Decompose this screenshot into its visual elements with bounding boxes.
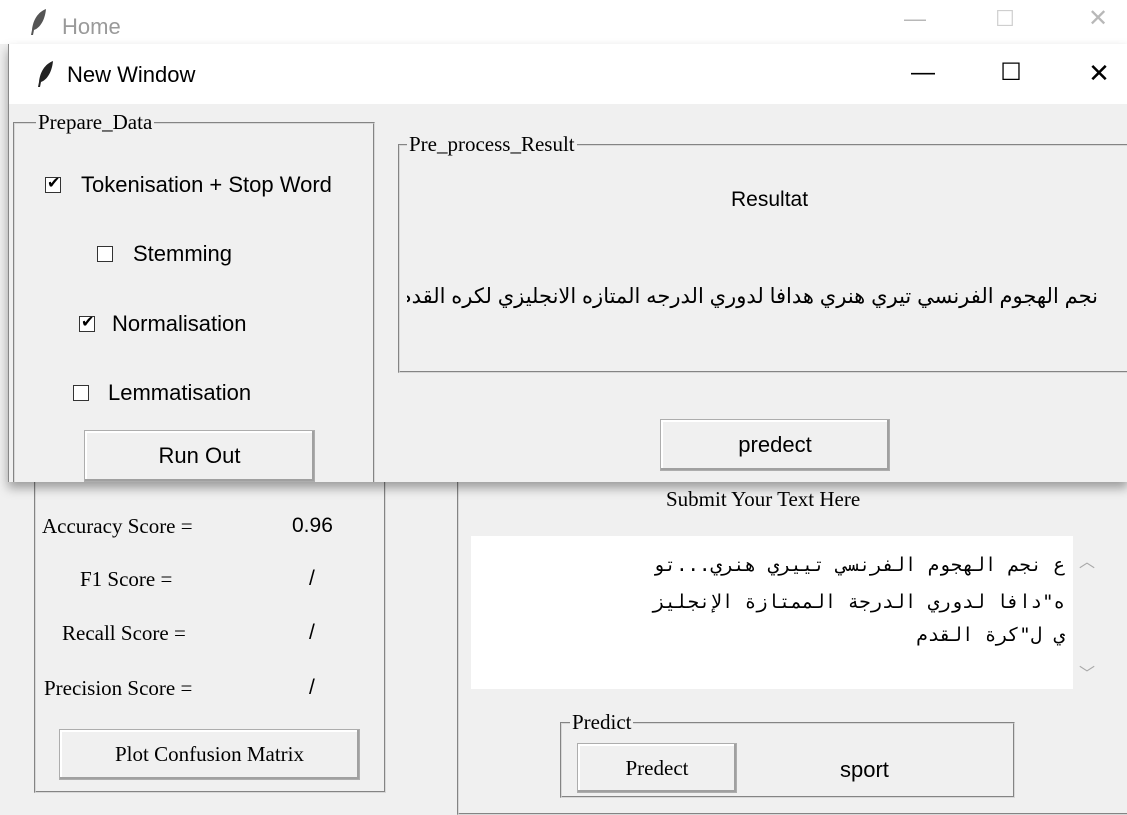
check-icon: ✔ (81, 314, 95, 331)
new-window-title: New Window (67, 62, 196, 87)
scroll-down-icon[interactable]: ﹀ (1079, 660, 1095, 684)
check-icon: ✔ (47, 175, 61, 192)
home-minimize-button[interactable]: — (895, 4, 935, 34)
submit-label: Submit Your Text Here (666, 487, 861, 511)
home-close-button[interactable]: ✕ (1078, 4, 1118, 34)
accuracy-value: 0.96 (292, 514, 333, 537)
preprocess-result-text: نجم الهجوم الفرنسي تيري هنري هدافا لدوري… (407, 285, 1098, 308)
f1-value: / (309, 567, 315, 590)
close-button[interactable]: ✕ (1079, 58, 1119, 88)
plot-confusion-matrix-button[interactable]: Plot Confusion Matrix (59, 729, 360, 780)
predect-lower-button[interactable]: predect (660, 419, 890, 471)
run-out-button[interactable]: Run Out (84, 430, 315, 482)
new-window: New Window — ☐ ✕ Prepare_Data ✔ Tokenisa… (8, 44, 1127, 482)
minimize-button[interactable]: — (903, 58, 943, 88)
normalisation-label: Normalisation (112, 311, 247, 336)
normalisation-checkbox[interactable]: ✔ (79, 314, 95, 332)
precision-value: / (309, 676, 315, 699)
new-window-title-bar: New Window — ☐ ✕ (9, 44, 1127, 104)
home-window-title: Home (62, 14, 121, 39)
prepare-data-legend: Prepare_Data (36, 110, 155, 135)
tokenisation-label: Tokenisation + Stop Word (81, 172, 332, 197)
stemming-label: Stemming (133, 241, 233, 266)
predict-result: sport (840, 757, 889, 782)
accuracy-label: Accuracy Score = (42, 514, 193, 538)
result-text-container: نجم الهجوم الفرنسي تيري هنري هدافا لدوري… (407, 284, 1098, 318)
lemmatisation-checkbox[interactable] (73, 385, 89, 401)
feather-icon (38, 61, 53, 87)
submit-textarea[interactable]: ع نجم الهجوم الفرنسي تييري هنري...تو ه"د… (471, 536, 1073, 689)
home-maximize-button[interactable]: ☐ (985, 4, 1025, 34)
predict-legend: Predict (570, 710, 634, 735)
f1-label: F1 Score = (80, 567, 173, 591)
feather-icon (31, 9, 46, 35)
resultat-heading: Resultat (731, 188, 809, 211)
precision-label: Precision Score = (44, 676, 193, 700)
home-title-bar: Home — ☐ ✕ (0, 0, 1127, 44)
preprocess-result-group (398, 144, 1127, 373)
text-line-3: ي ل"كرة القدم (916, 624, 1065, 646)
recall-label: Recall Score = (62, 621, 186, 645)
text-line-2: ه"دافا لدوري الدرجة الممتازة الإنجليز (653, 591, 1065, 613)
stemming-checkbox[interactable] (97, 246, 113, 262)
maximize-button[interactable]: ☐ (991, 58, 1031, 88)
preprocess-result-legend: Pre_process_Result (407, 132, 577, 157)
recall-value: / (309, 621, 315, 644)
scroll-up-icon[interactable]: ︿ (1079, 548, 1095, 572)
tokenisation-checkbox[interactable]: ✔ (45, 175, 61, 193)
text-line-1: ع نجم الهجوم الفرنسي تييري هنري...تو (653, 554, 1065, 576)
lemmatisation-label: Lemmatisation (108, 380, 252, 405)
predect-button[interactable]: Predect (577, 743, 737, 793)
textarea-scrollbar[interactable]: ︿ ﹀ (1073, 536, 1101, 689)
